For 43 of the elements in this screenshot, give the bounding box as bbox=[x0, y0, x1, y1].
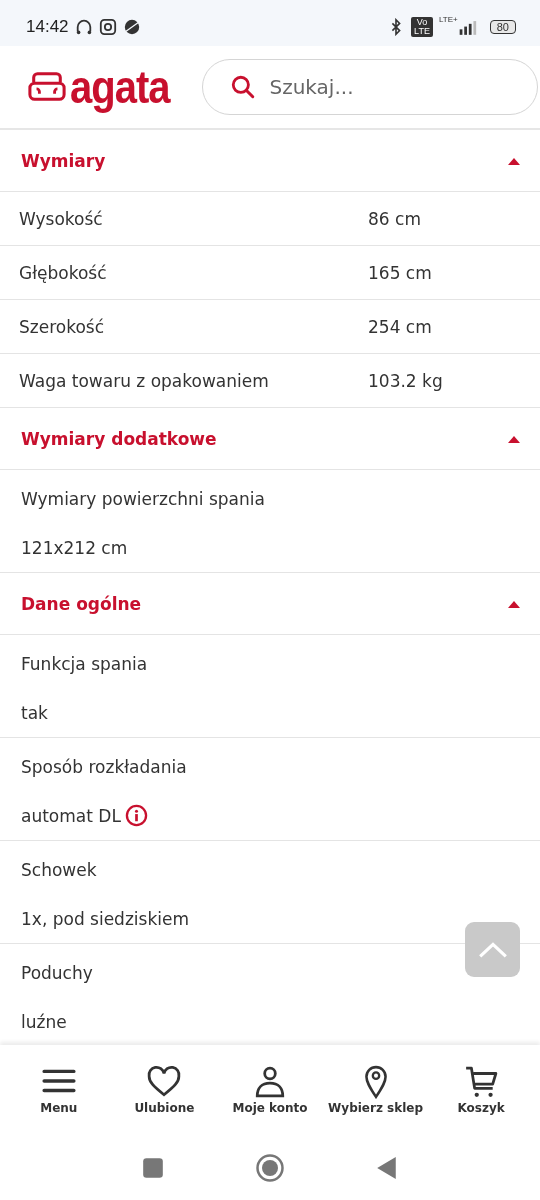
section-title: Dane ogólne bbox=[21, 593, 142, 614]
spec-label: Wysokość bbox=[19, 208, 104, 229]
spec-value: tak bbox=[21, 702, 48, 723]
battery-indicator: 80 bbox=[489, 20, 516, 34]
spec-label: Głębokość bbox=[19, 262, 108, 283]
spec-label: Waga towaru z opakowaniem bbox=[19, 370, 270, 391]
spec-value: 254 cm bbox=[368, 316, 432, 337]
section-header[interactable]: Dane ogólne bbox=[0, 573, 540, 635]
section-title: Wymiary dodatkowe bbox=[21, 428, 217, 449]
info-icon[interactable] bbox=[124, 804, 148, 827]
spec-label: Poduchy bbox=[21, 961, 93, 985]
search-field[interactable]: Szukaj... bbox=[201, 59, 538, 115]
camera-icon bbox=[98, 18, 117, 36]
nav-item[interactable]: Wybierz sklep bbox=[323, 1065, 428, 1115]
section-header[interactable]: Wymiary bbox=[0, 130, 540, 192]
spec-value: 86 cm bbox=[368, 208, 421, 229]
spec-value: 103.2 kg bbox=[368, 370, 443, 391]
nav-item[interactable]: Menu bbox=[6, 1065, 111, 1115]
spec-value: luźne bbox=[21, 1011, 67, 1032]
spec-value: automat DL bbox=[21, 805, 121, 826]
spec-label: Funkcja spania bbox=[21, 652, 148, 676]
back-button[interactable] bbox=[375, 1155, 399, 1180]
spec-value: 1x, pod siedziskiem bbox=[21, 908, 189, 929]
search-icon bbox=[229, 74, 256, 100]
spec-label: Schowek bbox=[21, 858, 97, 882]
network-label: LTE+ bbox=[439, 15, 458, 24]
planet-icon bbox=[122, 18, 141, 36]
headphones-icon bbox=[74, 18, 93, 36]
recents-button[interactable] bbox=[141, 1155, 165, 1180]
spec-value: 121x212 cm bbox=[21, 537, 128, 558]
section-title: Wymiary bbox=[21, 150, 106, 171]
nav-item[interactable]: Koszyk bbox=[429, 1065, 534, 1115]
clock: 14:42 bbox=[26, 17, 69, 37]
spec-value: 165 cm bbox=[368, 262, 432, 283]
spec-label: Szerokość bbox=[19, 316, 106, 337]
nav-item[interactable]: Moje konto bbox=[218, 1065, 322, 1115]
spec-label: Sposób rozkładania bbox=[21, 755, 187, 779]
volte-badge: Vo LTE bbox=[411, 17, 433, 37]
section-header[interactable]: Wymiary dodatkowe bbox=[0, 408, 540, 470]
nav-item[interactable]: Ulubione bbox=[112, 1065, 217, 1115]
home-button[interactable] bbox=[255, 1152, 285, 1183]
sofa-icon bbox=[28, 70, 66, 104]
spec-label: Wymiary powierzchni spania bbox=[21, 487, 265, 511]
